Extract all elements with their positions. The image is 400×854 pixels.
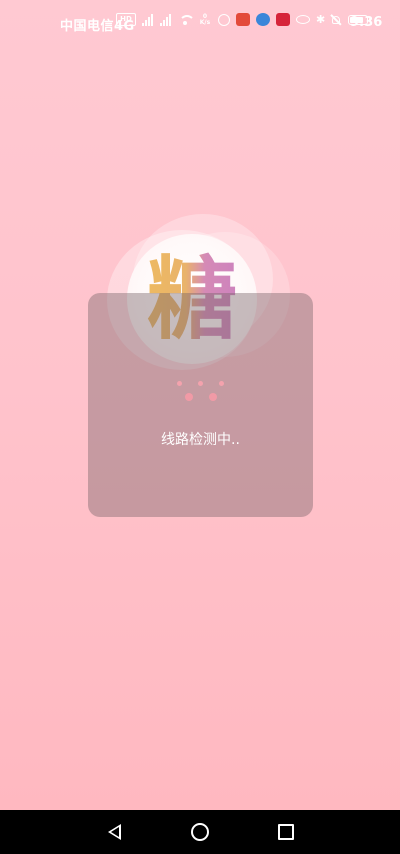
signal-icon (142, 13, 154, 26)
loading-message: 线路检测中.. (161, 432, 240, 448)
status-bar: 中国电信4G HD 0 K/s ✱ 9:36 (0, 0, 400, 44)
hd-icon: HD (116, 13, 136, 26)
signal-icon (160, 13, 172, 26)
recent-apps-icon[interactable] (276, 822, 296, 842)
eye-icon (296, 15, 310, 24)
notification-icon (218, 13, 230, 26)
clock: 9:36 (350, 15, 383, 30)
loading-dot (219, 381, 224, 386)
loading-dot (177, 381, 182, 386)
bluetooth-icon: ✱ (316, 12, 326, 26)
loading-spinner (88, 381, 313, 386)
back-icon[interactable] (104, 822, 124, 842)
navigation-bar (0, 810, 400, 854)
network-speed-icon: 0 K/s (199, 12, 211, 26)
loading-spinner (88, 393, 313, 401)
loading-dot (198, 381, 203, 386)
loading-dot (208, 393, 217, 401)
loading-dialog: 线路检测中.. (88, 293, 313, 517)
home-icon[interactable] (190, 822, 210, 842)
loading-dot (184, 393, 193, 401)
app-notification-icon (276, 13, 290, 26)
mute-icon (330, 14, 342, 26)
status-icons: HD 0 K/s ✱ (116, 12, 371, 26)
wifi-icon (178, 14, 195, 26)
splash-screen: 中国电信4G HD 0 K/s ✱ 9:36 糖 线路检测中.. (0, 0, 400, 854)
app-notification-icon (236, 13, 250, 26)
app-notification-icon (256, 13, 270, 26)
